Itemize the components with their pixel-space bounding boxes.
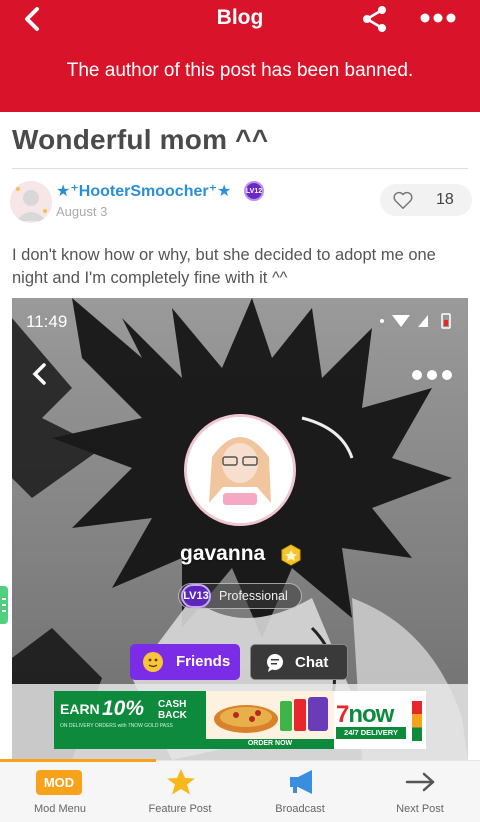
header-row: Blog xyxy=(0,0,480,36)
ad-brand-panel: 7now 24/7 DELIVERY xyxy=(334,691,426,749)
post-date: August 3 xyxy=(56,204,108,219)
embedded-more-icon xyxy=(412,370,452,380)
heart-icon xyxy=(393,191,413,209)
smiley-icon xyxy=(143,652,163,672)
ad-earn-text: EARN xyxy=(60,701,100,717)
embedded-chat-label: Chat xyxy=(295,654,329,671)
like-button[interactable]: 18 xyxy=(380,184,472,216)
bottom-nav-next-post[interactable]: Next Post xyxy=(360,761,480,822)
ad-cashback-text: CASH BACK xyxy=(158,699,187,721)
ad-brand-number: 7 xyxy=(336,701,349,728)
star-icon xyxy=(167,769,195,795)
ad-delivery-text: 24/7 DELIVERY xyxy=(336,727,406,739)
ad-brand-word: now xyxy=(348,701,394,728)
embedded-chat-button: Chat xyxy=(250,644,348,680)
ad-fine-print: ON DELIVERY ORDERS with 7NOW GOLD PASS xyxy=(60,723,173,729)
author-level-badge: LV12 xyxy=(244,181,264,201)
header-bar: Blog The author of this post has been ba… xyxy=(0,0,480,112)
status-icons xyxy=(380,313,451,329)
post-body: I don't know how or why, but she decided… xyxy=(12,246,436,287)
embedded-friends-label: Friends xyxy=(176,653,231,670)
embedded-level-title: Professional xyxy=(219,589,288,603)
ad-brand-logo: 7now xyxy=(336,701,394,729)
bottom-nav-label: Next Post xyxy=(396,803,444,815)
embedded-back-icon xyxy=(32,363,46,385)
like-count: 18 xyxy=(436,191,454,208)
ad-banner[interactable]: EARN 10% CASH BACK ON DELIVERY ORDERS wi… xyxy=(54,691,426,749)
ad-order-now: ORDER NOW xyxy=(206,739,334,749)
gold-badge-icon xyxy=(281,544,301,566)
embedded-level-pill: LV13 Professional xyxy=(178,583,302,609)
divider xyxy=(12,168,468,169)
ad-offer-panel: EARN 10% CASH BACK ON DELIVERY ORDERS wi… xyxy=(54,691,206,749)
status-time: 11:49 xyxy=(26,312,68,331)
food-image xyxy=(206,691,334,739)
post-title: Wonderful mom ^^ xyxy=(12,124,269,155)
share-icon[interactable] xyxy=(360,4,390,34)
megaphone-icon xyxy=(290,770,312,794)
embedded-friends-button: Friends xyxy=(130,644,240,680)
side-drawer-handle[interactable] xyxy=(0,586,8,624)
bottom-nav-feature-post[interactable]: Feature Post xyxy=(120,761,240,822)
bottom-nav-broadcast[interactable]: Broadcast xyxy=(240,761,360,822)
banned-notice: The author of this post has been banned. xyxy=(66,60,414,81)
bottom-nav-label: Broadcast xyxy=(275,803,325,815)
bottom-nav: MOD Mod Menu Feature Post Broadcast Next… xyxy=(0,759,480,822)
bottom-nav-label: Feature Post xyxy=(148,803,212,815)
more-dots-icon[interactable] xyxy=(418,8,458,28)
author-avatar[interactable] xyxy=(10,181,52,223)
bottom-nav-label: Mod Menu xyxy=(34,803,86,815)
profile-avatar xyxy=(184,414,296,526)
ad-brand-stripe xyxy=(412,701,422,741)
ad-percent-text: 10% xyxy=(102,697,145,720)
page-title: Blog xyxy=(216,6,264,29)
profile-avatar-art xyxy=(187,417,293,523)
bottom-nav-mod-menu[interactable]: MOD Mod Menu xyxy=(0,761,120,822)
embedded-username: gavanna xyxy=(180,542,266,565)
arrow-right-icon xyxy=(405,772,435,792)
chat-bubble-icon xyxy=(267,654,283,672)
author-name[interactable]: ★⁺HooterSmoocher⁺★ xyxy=(56,181,231,201)
embedded-level-badge: LV13 xyxy=(181,584,211,608)
mod-icon: MOD xyxy=(36,770,82,795)
avatar-image xyxy=(10,181,52,223)
